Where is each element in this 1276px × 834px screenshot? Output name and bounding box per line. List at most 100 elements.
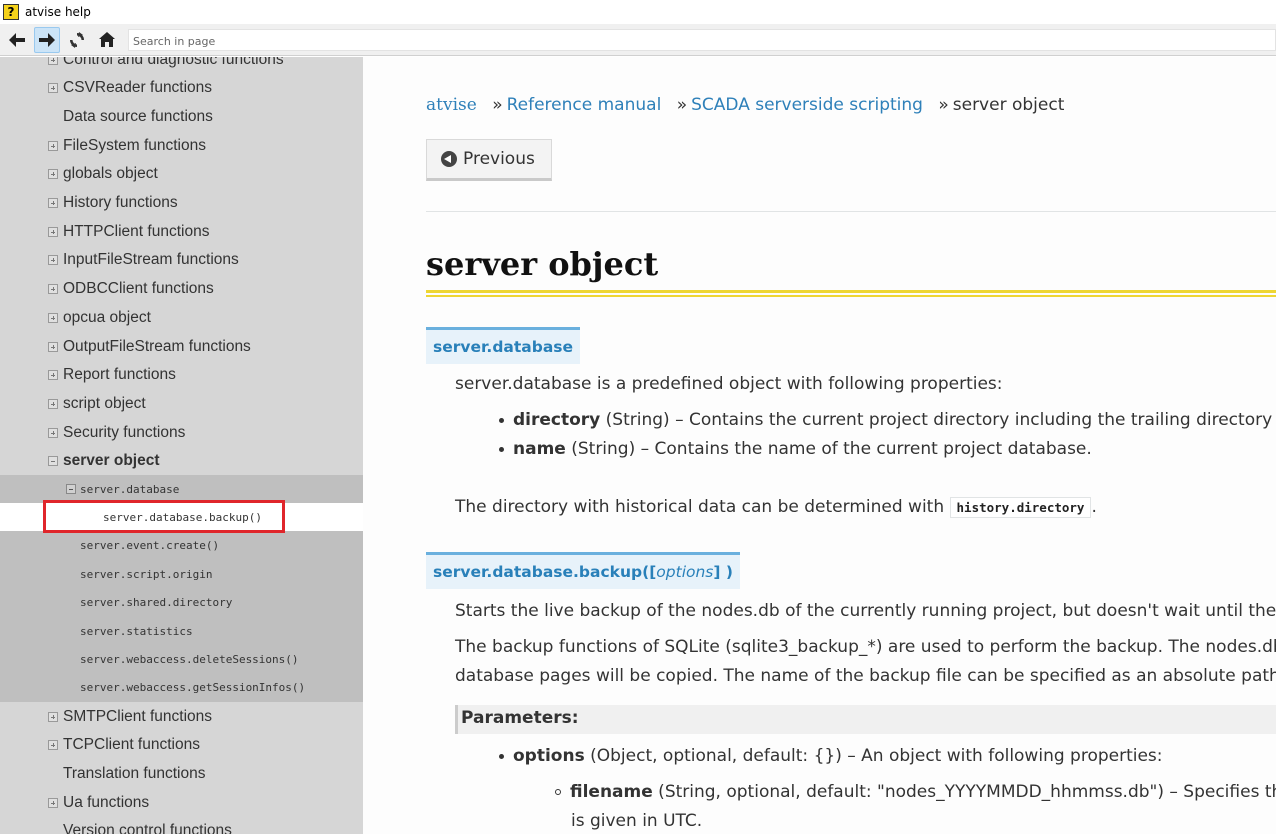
subparam-filename-cont: is given in UTC. (571, 811, 703, 831)
sidebar-item-label: CSVReader functions (63, 79, 213, 97)
subparam-filename: filename (String, optional, default: "no… (555, 782, 1276, 802)
expand-plus-icon[interactable] (48, 169, 58, 180)
sidebar-item-opcua-object[interactable]: opcua object (0, 303, 363, 332)
search-input[interactable]: Search in page (128, 29, 1276, 51)
signature-bracket: [ (649, 563, 657, 581)
sidebar-subitem-server-database[interactable]: server.database (0, 475, 363, 503)
sidebar-subitem-label: server.shared.directory (80, 596, 233, 610)
sidebar-subitem-label: server.webaccess.deleteSessions() (80, 652, 299, 666)
breadcrumb-scada-scripting-link[interactable]: SCADA serverside scripting (691, 95, 923, 115)
sidebar-item-label: Security functions (63, 423, 186, 441)
property-description: (String) – Contains the current project … (600, 410, 1276, 430)
sidebar-item-label: Version control functions (63, 822, 232, 834)
signature-param: options (656, 563, 714, 581)
home-icon (99, 32, 115, 47)
sidebar-subitem-label: server.script.origin (80, 567, 213, 581)
sidebar-item-label: SMTPClient functions (63, 707, 213, 725)
back-button[interactable] (4, 27, 30, 53)
sidebar-item-globals-object[interactable]: globals object (0, 160, 363, 189)
property-name: directory (513, 410, 601, 430)
expand-plus-icon[interactable] (48, 341, 58, 352)
sidebar-item-label: server object (63, 452, 160, 470)
note-end: . (1091, 497, 1097, 517)
toolbar: Search in page (0, 24, 1276, 56)
backup-details-line1: The backup functions of SQLite (sqlite3_… (455, 637, 1276, 657)
sidebar-item-control-and-diagnostic-functions[interactable]: Control and diagnostic functions (0, 57, 363, 74)
arrow-right-icon (39, 32, 55, 47)
bullet-icon (499, 446, 504, 452)
expand-plus-icon[interactable] (48, 255, 58, 266)
backup-details-line2: database pages will be copied. The name … (455, 666, 1276, 686)
divider (426, 211, 1276, 212)
sidebar-item-odbcclient-functions[interactable]: ODBCClient functions (0, 275, 363, 304)
expand-plus-icon[interactable] (48, 711, 58, 722)
sidebar-item-version-control-functions[interactable]: Version control functions (0, 817, 363, 834)
home-button[interactable] (94, 27, 120, 53)
collapse-minus-icon[interactable] (48, 456, 58, 467)
expand-plus-icon[interactable] (48, 370, 58, 381)
sidebar-item-label: FileSystem functions (63, 136, 206, 154)
sidebar-subitem-server-shared-directory[interactable]: server.shared.directory (0, 589, 363, 617)
expand-plus-icon[interactable] (48, 226, 58, 237)
signature-text: server.database.backup( (433, 563, 650, 581)
sidebar-item-translation-functions[interactable]: Translation functions (0, 759, 363, 788)
main-content: atvise » Reference manual » SCADA serversi… (363, 57, 1276, 834)
sidebar-item-history-functions[interactable]: History functions (0, 189, 363, 218)
sidebar-subitem-server-statistics[interactable]: server.statistics (0, 617, 363, 645)
sidebar-subitem-label: server.database (80, 482, 180, 496)
breadcrumb-reference-manual-link[interactable]: Reference manual (507, 95, 662, 115)
sidebar-item-label: HTTPClient functions (63, 222, 210, 240)
sidebar-item-ua-functions[interactable]: Ua functions (0, 788, 363, 817)
bullet-icon (499, 753, 504, 759)
sidebar-item-security-functions[interactable]: Security functions (0, 418, 363, 447)
circle-bullet-icon (555, 789, 561, 795)
expand-plus-icon[interactable] (48, 198, 58, 208)
expand-plus-icon[interactable] (48, 398, 58, 409)
expand-plus-icon[interactable] (48, 427, 58, 438)
sidebar-item-tcpclient-functions[interactable]: TCPClient functions (0, 731, 363, 760)
circle-arrow-left-icon (441, 151, 457, 167)
param-description: (Object, optional, default: {}) – An obj… (584, 746, 1163, 766)
sidebar-subitem-server-webaccess-getsessioninfos[interactable]: server.webaccess.getSessionInfos() (0, 674, 363, 702)
sidebar-item-server-object[interactable]: server object (0, 447, 363, 476)
expand-plus-icon[interactable] (48, 740, 58, 751)
sidebar-subitem-server-event-create[interactable]: server.event.create() (0, 532, 363, 560)
section1-intro: server.database is a predefined object w… (455, 374, 1003, 394)
sidebar-item-script-object[interactable]: script object (0, 389, 363, 418)
expand-plus-icon[interactable] (48, 57, 58, 65)
sidebar-item-label: script object (63, 394, 146, 412)
sidebar-item-label: OutputFileStream functions (63, 337, 251, 355)
previous-button[interactable]: Previous (426, 139, 552, 181)
sidebar-subitem-server-script-origin[interactable]: server.script.origin (0, 560, 363, 588)
sidebar-item-smtpclient-functions[interactable]: SMTPClient functions (0, 702, 363, 731)
sidebar-item-label: Control and diagnostic functions (63, 57, 284, 68)
expand-plus-icon[interactable] (48, 797, 58, 808)
sidebar-item-inputfilestream-functions[interactable]: InputFileStream functions (0, 246, 363, 275)
expand-plus-icon[interactable] (48, 140, 58, 151)
forward-button[interactable] (34, 26, 60, 53)
window-titlebar: ? atvise help (0, 0, 1276, 24)
sidebar-item-csvreader-functions[interactable]: CSVReader functions (0, 74, 363, 103)
selection-highlight-box (43, 500, 285, 533)
param-description: (String, optional, default: "nodes_YYYYM… (652, 782, 1276, 802)
help-app-icon: ? (3, 4, 19, 20)
expand-plus-icon[interactable] (48, 312, 58, 323)
sidebar-item-filesystem-functions[interactable]: FileSystem functions (0, 131, 363, 160)
breadcrumb-current: server object (952, 95, 1065, 115)
collapse-minus-icon[interactable] (66, 484, 76, 494)
sidebar-item-label: InputFileStream functions (63, 251, 239, 269)
sidebar-subitem-label: server.statistics (80, 624, 193, 638)
sidebar-item-outputfilestream-functions[interactable]: OutputFileStream functions (0, 332, 363, 361)
sidebar-subitem-label: server.event.create() (80, 539, 220, 553)
sidebar-item-data-source-functions[interactable]: Data source functions (0, 102, 363, 131)
sidebar-item-report-functions[interactable]: Report functions (0, 361, 363, 390)
sidebar-item-httpclient-functions[interactable]: HTTPClient functions (0, 217, 363, 246)
expand-plus-icon[interactable] (48, 83, 58, 94)
refresh-button[interactable] (64, 27, 90, 53)
param-options: options (Object, optional, default: {}) … (499, 746, 1163, 766)
history-directory-note: The directory with historical data can b… (455, 497, 1097, 518)
title-underline (426, 290, 1276, 297)
expand-plus-icon[interactable] (48, 284, 58, 295)
breadcrumb-home-link[interactable]: atvise (426, 95, 477, 115)
sidebar-subitem-server-webaccess-deletesessions[interactable]: server.webaccess.deleteSessions() (0, 645, 363, 673)
